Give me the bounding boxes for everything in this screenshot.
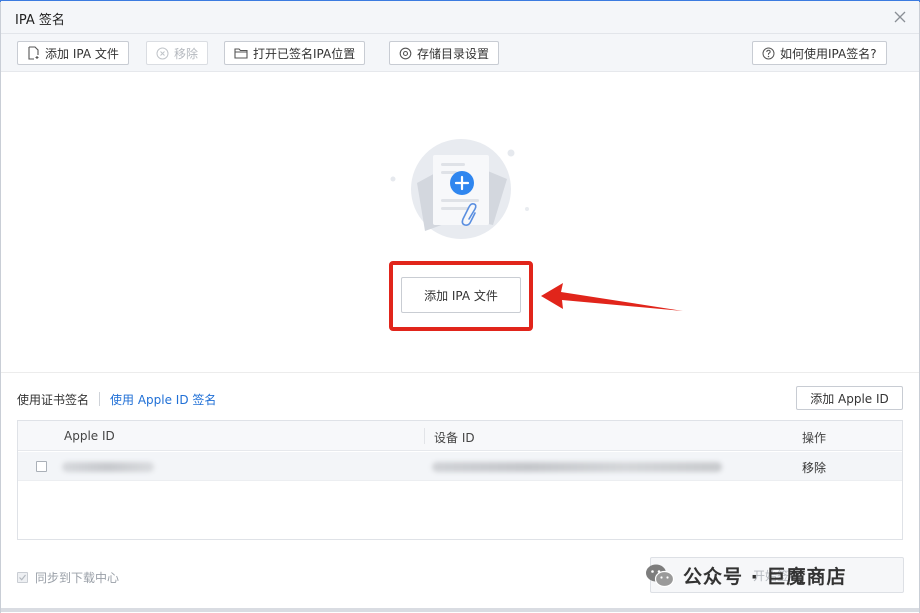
open-signed-location-label: 打开已签名IPA位置 (253, 46, 356, 61)
add-file-icon (28, 46, 39, 60)
column-separator (424, 428, 425, 444)
table-header: Apple ID 设备 ID 操作 (18, 421, 902, 451)
title-bar: IPA 签名 (1, 1, 919, 34)
sign-method-tabs: 使用证书签名 使用 Apple ID 签名 (17, 389, 216, 409)
folder-icon (234, 48, 248, 59)
wechat-icon (646, 564, 675, 587)
apple-id-redacted (62, 462, 154, 472)
sync-checkbox[interactable] (17, 572, 28, 583)
column-action: 操作 (802, 431, 827, 445)
open-signed-location-button[interactable]: 打开已签名IPA位置 (224, 41, 366, 65)
question-icon (762, 47, 775, 59)
remove-button[interactable]: 移除 (146, 41, 209, 65)
column-apple-id: Apple ID (64, 429, 115, 443)
remove-circle-icon (156, 47, 169, 59)
remove-label: 移除 (174, 46, 199, 61)
footer: 同步到下载中心 开始签名 公众号 · 巨魔商店 (1, 549, 919, 613)
add-appleid-label: 添加 Apple ID (810, 391, 889, 406)
help-button[interactable]: 如何使用IPA签名? (752, 41, 887, 65)
help-label: 如何使用IPA签名? (780, 46, 877, 61)
wechat-watermark: 公众号 · 巨魔商店 (645, 562, 846, 589)
add-ipa-file-center-label: 添加 IPA 文件 (424, 288, 498, 303)
add-ipa-file-label: 添加 IPA 文件 (45, 46, 119, 61)
watermark-text: 公众号 · 巨魔商店 (683, 566, 847, 588)
column-device-id: 设备 ID (434, 431, 475, 445)
annotation-arrow-icon (541, 283, 683, 311)
gear-icon (399, 47, 412, 59)
window-title: IPA 签名 (15, 13, 65, 28)
storage-settings-button[interactable]: 存储目录设置 (389, 41, 500, 65)
close-icon (894, 11, 906, 23)
check-icon (19, 574, 26, 581)
add-ipa-file-center-button[interactable]: 添加 IPA 文件 (401, 277, 521, 313)
device-id-redacted (432, 462, 722, 472)
bottom-edge (1, 608, 919, 612)
tab-separator (99, 392, 101, 406)
appleid-table: Apple ID 设备 ID 操作 移除 (17, 420, 903, 540)
row-checkbox[interactable] (36, 461, 47, 472)
tab-certificate-sign[interactable]: 使用证书签名 (17, 391, 89, 408)
add-document-illustration (390, 139, 529, 239)
close-button[interactable] (889, 6, 911, 28)
row-remove-link[interactable]: 移除 (802, 459, 826, 476)
ipa-sign-window: IPA 签名 添加 IPA 文件 移除 打开已签名IPA位置 存储目录设置 如何… (0, 0, 920, 613)
sync-label: 同步到下载中心 (35, 571, 120, 585)
add-ipa-file-button[interactable]: 添加 IPA 文件 (17, 41, 129, 65)
ipa-drop-zone[interactable]: 添加 IPA 文件 (1, 73, 919, 373)
storage-settings-label: 存储目录设置 (417, 46, 490, 61)
add-appleid-button[interactable]: 添加 Apple ID (796, 386, 903, 410)
tab-appleid-sign[interactable]: 使用 Apple ID 签名 (110, 391, 216, 408)
table-row[interactable]: 移除 (18, 452, 902, 481)
toolbar: 添加 IPA 文件 移除 打开已签名IPA位置 存储目录设置 如何使用IPA签名… (1, 34, 919, 72)
sync-download-center-option[interactable]: 同步到下载中心 (17, 569, 119, 586)
